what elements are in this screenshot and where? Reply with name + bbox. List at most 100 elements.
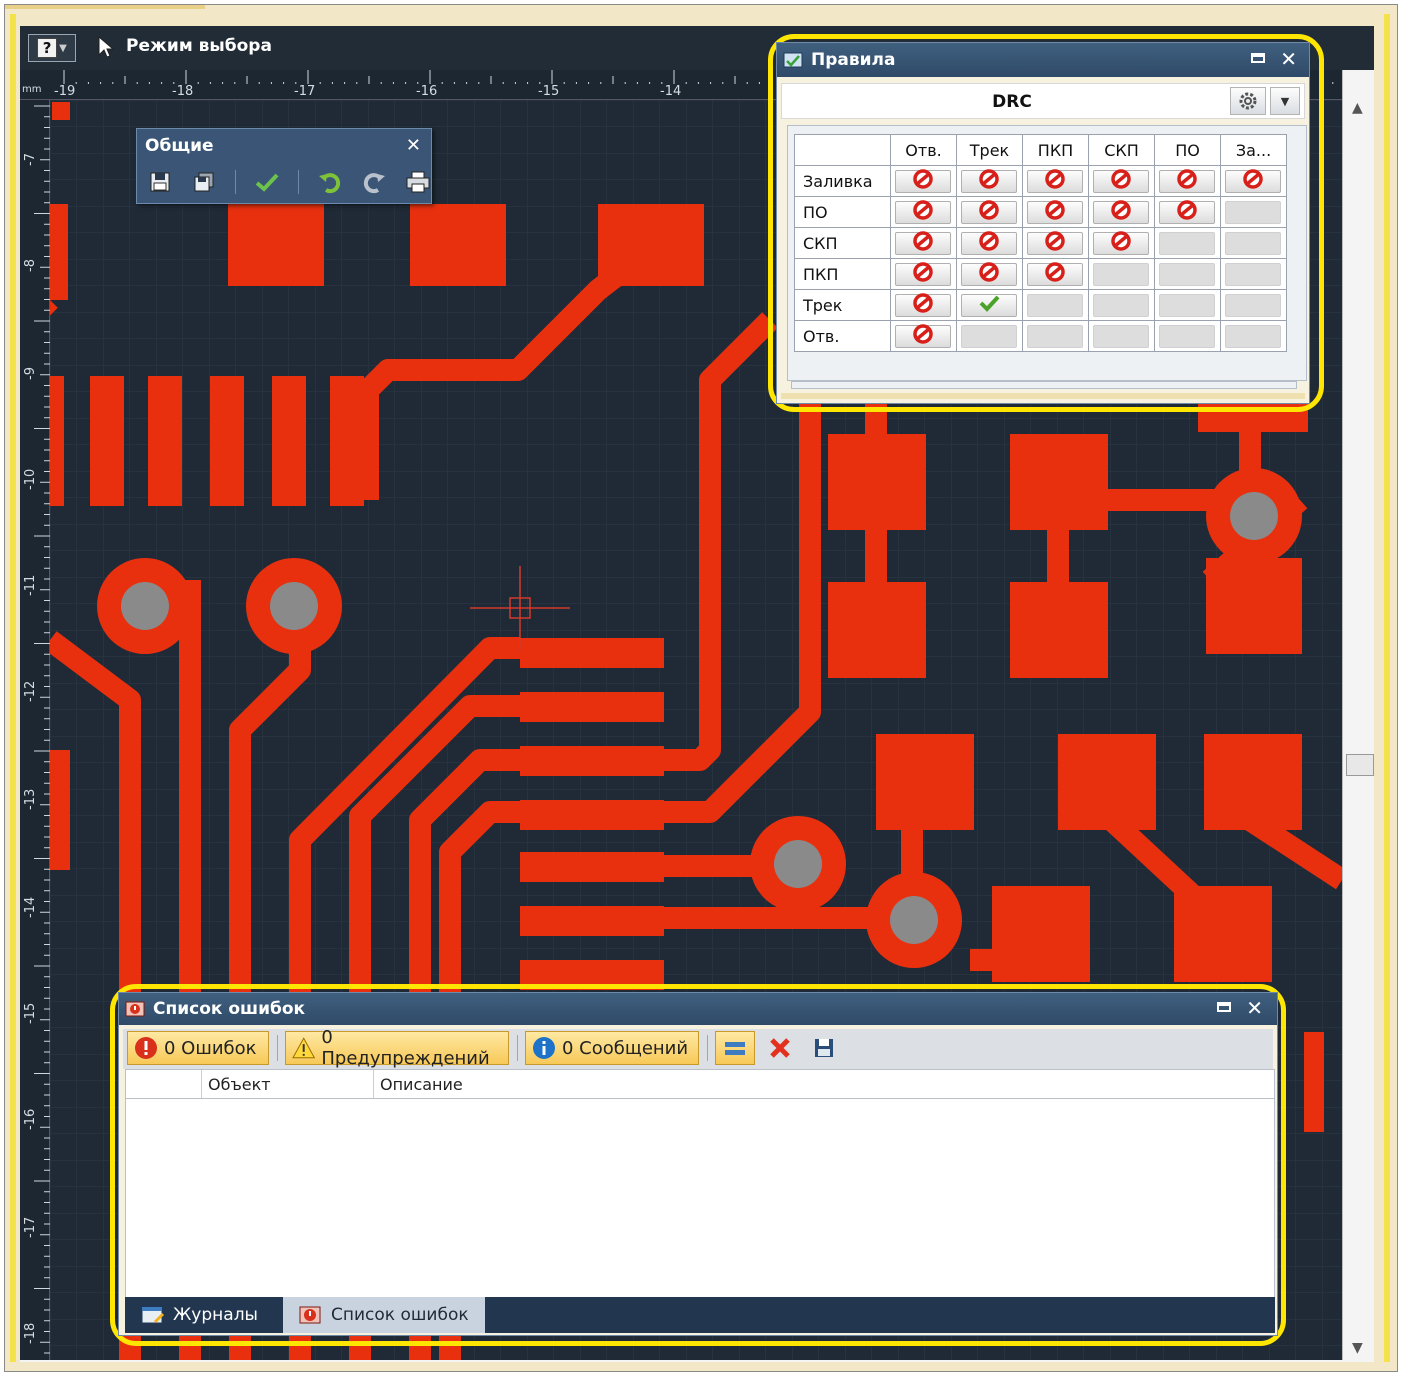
close-icon[interactable]: ✕ bbox=[1246, 996, 1263, 1020]
column-header-description[interactable]: Описание bbox=[374, 1070, 1274, 1098]
error-list-column-headers: Объект Описание bbox=[125, 1069, 1275, 1099]
ruler-x-label: -17 bbox=[294, 84, 316, 99]
undo-icon[interactable] bbox=[317, 169, 343, 195]
matrix-cell bbox=[1220, 165, 1287, 197]
matrix-cell bbox=[1088, 320, 1155, 352]
rule-empty-cell bbox=[1093, 324, 1149, 348]
close-icon[interactable]: ✕ bbox=[406, 135, 421, 156]
error-list-header: Список ошибок ✕ bbox=[119, 993, 1277, 1025]
matrix-row-header: ПО bbox=[794, 196, 891, 228]
rule-empty-cell bbox=[961, 324, 1017, 348]
rule-forbid-toggle[interactable] bbox=[895, 231, 951, 255]
warnings-filter-button[interactable]: 0 Предупреждений bbox=[285, 1027, 509, 1069]
matrix-column-header: ПКП bbox=[1022, 134, 1089, 166]
vertical-scrollbar[interactable]: ▲ ▼ bbox=[1342, 70, 1374, 1362]
matrix-cell bbox=[1022, 320, 1089, 352]
matrix-cell bbox=[1088, 289, 1155, 321]
scroll-down-icon[interactable]: ▼ bbox=[1352, 1340, 1363, 1356]
matrix-cell bbox=[956, 165, 1023, 197]
rules-horizontal-scrollbar[interactable] bbox=[791, 381, 1297, 389]
matrix-row-header: Трек bbox=[794, 289, 891, 321]
mode-dropdown-button[interactable]: ? ▼ bbox=[28, 34, 76, 62]
rule-forbid-toggle[interactable] bbox=[895, 262, 951, 286]
column-header-icon[interactable] bbox=[126, 1070, 202, 1098]
save-all-icon[interactable] bbox=[191, 169, 217, 195]
error-list-toolbar: 0 Ошибок 0 Предупреждений 0 Сообщений bbox=[123, 1027, 1273, 1069]
matrix-cell bbox=[956, 258, 1023, 290]
matrix-row: ПКП bbox=[794, 258, 1287, 290]
forbidden-icon bbox=[1107, 200, 1135, 224]
maximize-icon[interactable] bbox=[1251, 53, 1265, 63]
rule-forbid-toggle[interactable] bbox=[1027, 262, 1083, 286]
error-list-title: Список ошибок bbox=[153, 999, 306, 1019]
rule-empty-cell bbox=[1027, 293, 1083, 317]
ruler-y-label: -14 bbox=[23, 896, 38, 918]
pointer-cursor-icon bbox=[98, 35, 115, 58]
rule-empty-cell bbox=[1159, 231, 1215, 255]
tab-error-list[interactable]: Список ошибок bbox=[283, 1297, 485, 1333]
redo-icon[interactable] bbox=[361, 169, 387, 195]
settings-button[interactable] bbox=[1230, 87, 1266, 115]
rule-forbid-toggle[interactable] bbox=[1027, 231, 1083, 255]
matrix-cell bbox=[1022, 196, 1089, 228]
log-icon bbox=[141, 1306, 165, 1324]
horizontal-scrollbar[interactable] bbox=[20, 1360, 1374, 1362]
rule-forbid-toggle[interactable] bbox=[1027, 200, 1083, 224]
tab-logs[interactable]: Журналы bbox=[125, 1297, 274, 1333]
rule-forbid-toggle[interactable] bbox=[895, 169, 951, 193]
rule-forbid-toggle[interactable] bbox=[895, 324, 951, 348]
print-icon[interactable] bbox=[405, 169, 431, 195]
rule-forbid-toggle[interactable] bbox=[1027, 169, 1083, 193]
delete-icon bbox=[770, 1038, 790, 1058]
rule-empty-cell bbox=[1225, 262, 1281, 286]
matrix-cell bbox=[1220, 320, 1287, 352]
maximize-icon[interactable] bbox=[1217, 1002, 1231, 1012]
matrix-cell bbox=[890, 320, 957, 352]
forbidden-icon bbox=[1239, 169, 1267, 193]
rule-forbid-toggle[interactable] bbox=[1093, 169, 1149, 193]
scroll-thumb[interactable] bbox=[1346, 754, 1374, 776]
rule-forbid-toggle[interactable] bbox=[895, 293, 951, 317]
rule-forbid-toggle[interactable] bbox=[961, 262, 1017, 286]
matrix-cell bbox=[1220, 289, 1287, 321]
tab-label: Журналы bbox=[173, 1305, 258, 1325]
rule-forbid-toggle[interactable] bbox=[1225, 169, 1281, 193]
rules-panel-header: Правила ✕ bbox=[777, 43, 1309, 77]
rule-forbid-toggle[interactable] bbox=[1093, 200, 1149, 224]
error-list-body[interactable] bbox=[125, 1099, 1275, 1297]
rule-allow-toggle[interactable] bbox=[961, 293, 1017, 317]
general-toolbar: Общие ✕ bbox=[136, 128, 432, 204]
matrix-cell bbox=[1154, 227, 1221, 259]
right-edge-highlight bbox=[1384, 14, 1390, 1362]
error-list-panel: Список ошибок ✕ 0 Ошибок 0 Предупреждени… bbox=[118, 992, 1278, 1336]
forbidden-icon bbox=[1173, 169, 1201, 193]
checkmark-icon[interactable] bbox=[254, 169, 280, 195]
rule-forbid-toggle[interactable] bbox=[961, 200, 1017, 224]
toolbar-separator bbox=[517, 1035, 518, 1061]
ruler-x-label: -18 bbox=[172, 84, 194, 99]
group-toggle-button[interactable] bbox=[715, 1031, 755, 1065]
matrix-cell bbox=[1154, 165, 1221, 197]
matrix-cell bbox=[1088, 196, 1155, 228]
scroll-up-icon[interactable]: ▲ bbox=[1352, 100, 1363, 116]
close-icon[interactable]: ✕ bbox=[1280, 47, 1297, 71]
rule-forbid-toggle[interactable] bbox=[1093, 231, 1149, 255]
messages-filter-button[interactable]: 0 Сообщений bbox=[525, 1031, 699, 1065]
rule-forbid-toggle[interactable] bbox=[1159, 169, 1215, 193]
matrix-cell bbox=[1022, 165, 1089, 197]
left-edge-highlight bbox=[10, 14, 16, 1362]
column-header-object[interactable]: Объект bbox=[202, 1070, 374, 1098]
rule-forbid-toggle[interactable] bbox=[961, 231, 1017, 255]
error-list-icon bbox=[125, 1001, 145, 1017]
save-icon[interactable] bbox=[147, 169, 173, 195]
matrix-cell bbox=[956, 289, 1023, 321]
chevron-down-icon[interactable]: ▼ bbox=[1270, 87, 1300, 115]
errors-filter-button[interactable]: 0 Ошибок bbox=[127, 1031, 269, 1065]
rule-forbid-toggle[interactable] bbox=[1159, 200, 1215, 224]
matrix-cell bbox=[956, 227, 1023, 259]
rule-forbid-toggle[interactable] bbox=[961, 169, 1017, 193]
clear-button[interactable] bbox=[763, 1033, 797, 1063]
rule-forbid-toggle[interactable] bbox=[895, 200, 951, 224]
save-log-button[interactable] bbox=[807, 1033, 841, 1063]
mode-label: Режим выбора bbox=[126, 36, 272, 56]
